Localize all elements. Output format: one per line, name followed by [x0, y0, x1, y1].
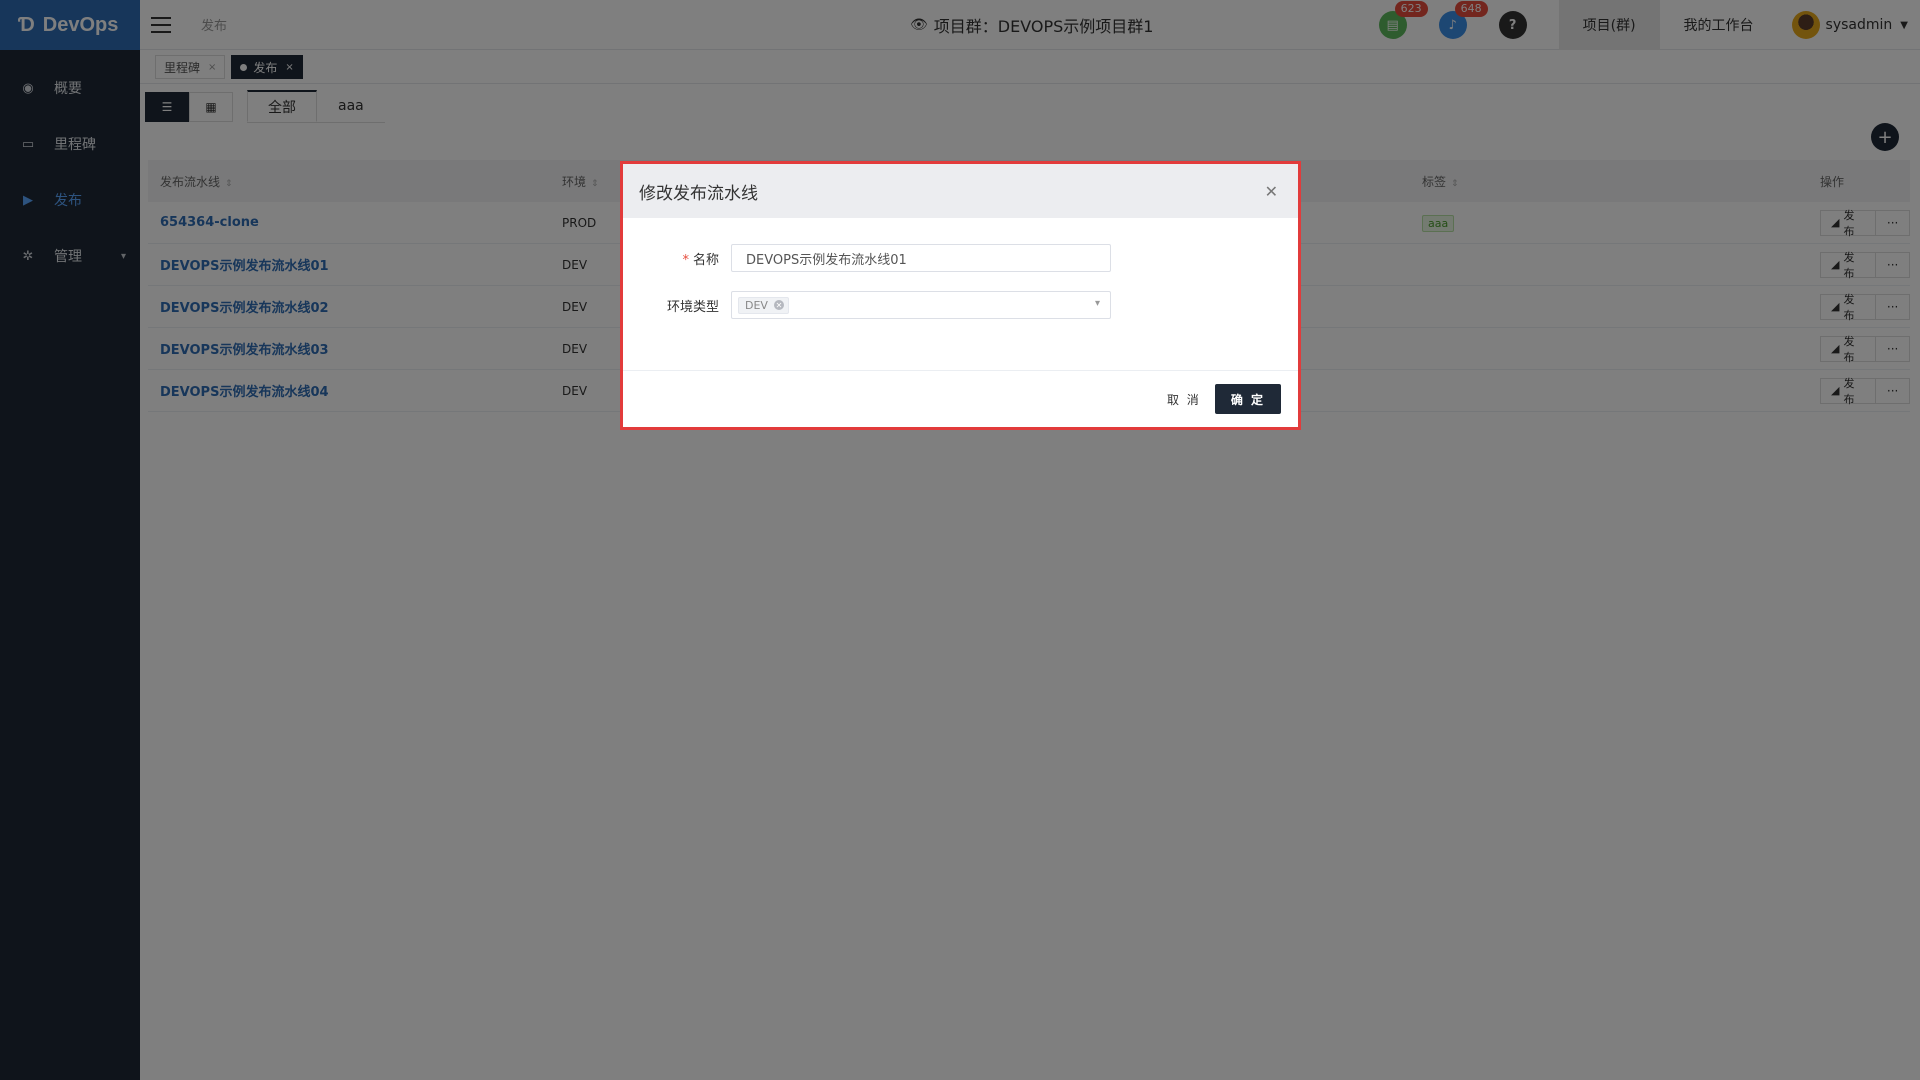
edit-pipeline-dialog: 修改发布流水线 ✕ * 名称 DEVOPS示例发布流水线01 环境类型 DEV ✕ … [620, 161, 1301, 430]
env-type-select[interactable]: DEV ✕ ▾ [731, 291, 1111, 319]
form-row-name: * 名称 DEVOPS示例发布流水线01 [623, 244, 1298, 272]
required-mark: * [682, 252, 689, 268]
dialog-form: * 名称 DEVOPS示例发布流水线01 环境类型 DEV ✕ ▾ [623, 218, 1298, 319]
dialog-footer: 取 消 确 定 [623, 370, 1298, 427]
dialog-header: 修改发布流水线 ✕ [623, 164, 1298, 218]
form-row-env: 环境类型 DEV ✕ ▾ [623, 291, 1298, 319]
env-chip: DEV ✕ [738, 296, 789, 314]
env-chip-label: DEV [745, 298, 768, 312]
confirm-button[interactable]: 确 定 [1214, 384, 1281, 414]
chevron-down-icon: ▾ [1094, 298, 1100, 309]
close-icon[interactable]: ✕ [1265, 182, 1278, 201]
name-label-text: 名称 [692, 252, 719, 268]
cancel-button[interactable]: 取 消 [1167, 391, 1201, 408]
name-input[interactable]: DEVOPS示例发布流水线01 [731, 244, 1111, 272]
name-label: * 名称 [623, 249, 731, 268]
remove-chip-icon[interactable]: ✕ [773, 300, 784, 310]
dialog-title: 修改发布流水线 [639, 183, 758, 204]
env-label: 环境类型 [666, 299, 719, 315]
